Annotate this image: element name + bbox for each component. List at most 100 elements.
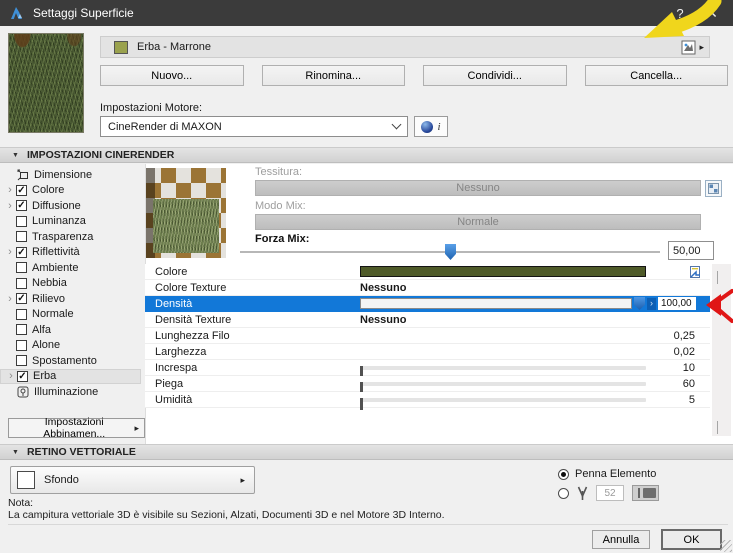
row-numeric-value[interactable]: 0,25: [674, 330, 695, 342]
tree-item-dimensione[interactable]: Dimensione: [0, 167, 145, 183]
grass-row-colore[interactable]: Colore: [145, 264, 710, 280]
row-text-value: Nessuno: [360, 314, 406, 326]
section-title: IMPOSTAZIONI CINERENDER: [27, 149, 174, 161]
chevron-down-icon: [392, 120, 402, 130]
checkbox-checked[interactable]: ✓: [16, 200, 27, 211]
grass-row-densit-texture[interactable]: Densità TextureNessuno: [145, 312, 710, 328]
modo-mix-dropdown[interactable]: Normale: [255, 214, 701, 230]
tree-item-label: Alfa: [32, 324, 51, 336]
expand-arrow-icon[interactable]: ›: [4, 184, 16, 196]
tree-item-colore[interactable]: ›✓Colore: [0, 183, 145, 199]
scroll-up-icon[interactable]: [717, 271, 718, 283]
grass-row-densit[interactable]: Densità›100,00: [145, 296, 710, 312]
menu-arrow-icon: ▸: [240, 475, 245, 486]
match-settings-button[interactable]: Impostazioni Abbinamen... ▸: [8, 418, 145, 438]
grass-row-larghezza[interactable]: Larghezza0,02: [145, 344, 710, 360]
tree-item-erba[interactable]: ›✓Erba: [0, 369, 141, 385]
row-label: Lunghezza Filo: [155, 330, 230, 342]
action-button-rinomina[interactable]: Rinomina...: [262, 65, 406, 86]
checkbox[interactable]: [16, 309, 27, 320]
action-button-nuovo[interactable]: Nuovo...: [100, 65, 244, 86]
tessitura-dropdown[interactable]: Nessuno: [255, 180, 701, 196]
ok-button[interactable]: OK: [661, 529, 722, 550]
spinner-icon[interactable]: ›: [647, 298, 656, 310]
expand-arrow-icon[interactable]: ›: [4, 200, 16, 212]
cancel-button[interactable]: Annulla: [592, 530, 650, 549]
help-button[interactable]: ?: [665, 0, 695, 26]
density-value-field[interactable]: 100,00: [658, 297, 696, 310]
pen-color-preview[interactable]: [632, 485, 659, 501]
engine-info-button[interactable]: i: [414, 116, 448, 137]
checkbox-checked[interactable]: ✓: [16, 185, 27, 196]
section-header-cinerender[interactable]: ▼ IMPOSTAZIONI CINERENDER: [0, 147, 733, 163]
action-button-cancella[interactable]: Cancella...: [585, 65, 729, 86]
pen-nib-icon: [577, 486, 588, 501]
resize-grip[interactable]: [720, 540, 732, 552]
grass-row-colore-texture[interactable]: Colore TextureNessuno: [145, 280, 710, 296]
row-label: Increspa: [155, 362, 197, 374]
scroll-down-icon[interactable]: [717, 421, 718, 433]
row-numeric-value[interactable]: 0,02: [674, 346, 695, 358]
checkbox[interactable]: [16, 262, 27, 273]
vertical-scrollbar[interactable]: [712, 264, 731, 436]
checkbox-checked[interactable]: ✓: [17, 371, 28, 382]
engine-combo[interactable]: CineRender di MAXON: [100, 116, 408, 137]
surface-name-combo[interactable]: Erba - Marrone ▸: [100, 36, 710, 58]
tree-item-illuminazione[interactable]: Illuminazione: [0, 384, 145, 400]
checkbox-checked[interactable]: ✓: [16, 247, 27, 258]
grass-row-increspa[interactable]: Increspa 10: [145, 360, 710, 376]
tree-item-alfa[interactable]: Alfa: [0, 322, 145, 338]
action-button-condividi[interactable]: Condividi...: [423, 65, 567, 86]
tree-item-nebbia[interactable]: Nebbia: [0, 276, 145, 292]
tree-item-luminanza[interactable]: Luminanza: [0, 214, 145, 230]
expand-arrow-icon[interactable]: ›: [4, 293, 16, 305]
color-value-bar[interactable]: [360, 266, 646, 277]
checkbox[interactable]: [16, 324, 27, 335]
pen-element-radio[interactable]: [558, 469, 569, 480]
tree-item-diffusione[interactable]: ›✓Diffusione: [0, 198, 145, 214]
row-numeric-value[interactable]: 10: [683, 362, 695, 374]
tree-item-rilievo[interactable]: ›✓Rilievo: [0, 291, 145, 307]
expand-arrow-icon[interactable]: ›: [5, 370, 17, 382]
density-slider-track[interactable]: [360, 298, 632, 309]
row-slider[interactable]: [360, 366, 646, 370]
grass-row-umidit[interactable]: Umidità5: [145, 392, 710, 408]
density-slider-handle[interactable]: [634, 297, 645, 310]
forza-mix-label: Forza Mix:: [255, 233, 309, 245]
title-bar: Settaggi Superficie ? ✕: [0, 0, 733, 26]
section-header-retino[interactable]: ▼ RETINO VETTORIALE: [0, 444, 733, 460]
texture-paste-icon[interactable]: [688, 265, 702, 279]
custom-pen-radio[interactable]: [558, 488, 569, 499]
texture-picker-button[interactable]: [705, 180, 722, 197]
tree-item-riflettivit[interactable]: ›✓Riflettività: [0, 245, 145, 261]
checkbox[interactable]: [16, 278, 27, 289]
surface-menu-arrow-icon[interactable]: ▸: [699, 42, 704, 53]
row-slider[interactable]: [360, 382, 646, 386]
tree-item-ambiente[interactable]: Ambiente: [0, 260, 145, 276]
tree-item-normale[interactable]: Normale: [0, 307, 145, 323]
grass-row-lunghezza-filo[interactable]: Lunghezza Filo 0,25: [145, 328, 710, 344]
row-slider[interactable]: [360, 398, 646, 402]
texture-grid-icon: [708, 183, 719, 194]
fill-pattern-combo[interactable]: Sfondo ▸: [10, 466, 255, 494]
grass-material-preview: [146, 168, 226, 258]
checkbox[interactable]: [16, 231, 27, 242]
row-numeric-value[interactable]: 5: [689, 394, 695, 406]
checkbox[interactable]: [16, 216, 27, 227]
tree-item-spostamento[interactable]: Spostamento: [0, 353, 145, 369]
fill-pattern-swatch: [17, 471, 35, 489]
forza-mix-value-field[interactable]: 50,00: [668, 241, 714, 260]
pen-number-field[interactable]: 52: [596, 485, 624, 501]
lamp-icon: [16, 385, 29, 398]
checkbox[interactable]: [16, 340, 27, 351]
tree-item-alone[interactable]: Alone: [0, 338, 145, 354]
row-numeric-value[interactable]: 60: [683, 378, 695, 390]
checkbox[interactable]: [16, 355, 27, 366]
close-button[interactable]: ✕: [697, 0, 727, 26]
grass-row-piega[interactable]: Piega60: [145, 376, 710, 392]
tree-item-trasparenza[interactable]: Trasparenza: [0, 229, 145, 245]
grass-parameter-list: ColoreColore TextureNessunoDensità›100,0…: [145, 264, 710, 408]
checkbox-checked[interactable]: ✓: [16, 293, 27, 304]
expand-arrow-icon[interactable]: ›: [4, 246, 16, 258]
tree-item-label: Normale: [32, 308, 74, 320]
